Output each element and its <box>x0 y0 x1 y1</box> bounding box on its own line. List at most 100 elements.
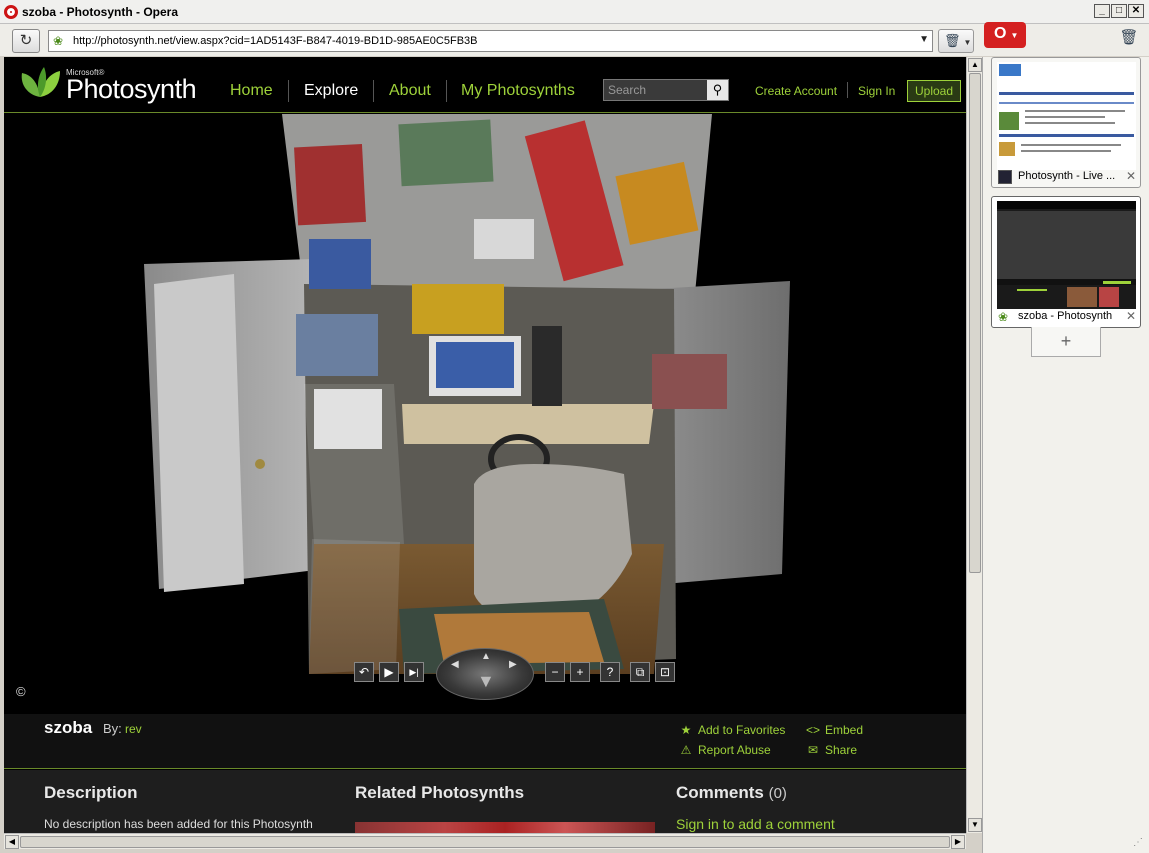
zoom-in-button[interactable]: + <box>570 662 590 682</box>
tab-title: Photosynth - Live ... <box>1018 170 1116 182</box>
zoom-out-button[interactable]: − <box>545 662 565 682</box>
site-header: Microsoft® Photosynth Home Explore About… <box>4 57 966 113</box>
fullscreen-button[interactable]: ⊡ <box>655 662 675 682</box>
closed-tabs-button[interactable]: 🗑 ▼ <box>938 29 974 53</box>
nav-divider <box>446 80 447 102</box>
embed-label: Embed <box>825 723 864 737</box>
tab-szoba-photosynth[interactable]: ❀ szoba - Photosynth ✕ <box>991 196 1141 328</box>
sign-in-to-comment-link[interactable]: Sign in to add a comment <box>676 816 835 832</box>
author-link[interactable]: rev <box>125 722 142 736</box>
scroll-right-icon[interactable]: ▶ <box>951 835 965 849</box>
opera-menu-button[interactable]: O ▼ <box>984 22 1026 48</box>
synth-viewer[interactable]: © ↶ ▶ ▶| ▲ ◀ ▶ ▼ − + ? ⧉ ⊡ <box>4 114 966 714</box>
star-icon: ★ <box>680 723 692 737</box>
next-button[interactable]: ▶| <box>404 662 424 682</box>
horizontal-scroll-thumb[interactable] <box>20 836 950 848</box>
photosynth-leaf-tab-icon: ❀ <box>998 310 1009 324</box>
share-link[interactable]: ✉ Share <box>805 743 857 757</box>
new-tab-button[interactable]: + <box>1031 327 1101 357</box>
trash-icon: 🗑 <box>944 33 961 48</box>
nav-my-photosynths[interactable]: My Photosynths <box>461 82 575 100</box>
comments-heading-label: Comments <box>676 783 764 802</box>
add-to-favorites-label: Add to Favorites <box>698 723 786 737</box>
description-heading: Description <box>44 783 138 802</box>
navigation-pad[interactable]: ▲ ◀ ▶ ▼ <box>436 648 534 700</box>
warning-icon: ⚠ <box>680 743 692 757</box>
by-label: By: <box>103 721 122 736</box>
copyright-icon[interactable]: © <box>16 684 26 699</box>
resize-grip-icon[interactable]: ⋰ <box>1133 837 1147 851</box>
share-label: Share <box>825 743 858 757</box>
scroll-down-icon[interactable]: ▼ <box>968 818 982 832</box>
arrow-left-icon[interactable]: ◀ <box>451 659 459 670</box>
nav-divider <box>288 80 289 102</box>
address-dropdown-icon[interactable]: ▼ <box>919 34 929 45</box>
search-button[interactable]: ⚲ <box>707 80 728 100</box>
sign-in-link[interactable]: Sign In <box>858 84 895 98</box>
envelope-icon: ✉ <box>807 743 819 757</box>
report-abuse-link[interactable]: ⚠ Report Abuse <box>678 743 771 757</box>
reload-icon: ↻ <box>19 32 33 49</box>
upload-button[interactable]: Upload <box>907 80 961 102</box>
create-account-link[interactable]: Create Account <box>755 84 837 98</box>
nav-explore[interactable]: Explore <box>304 82 358 100</box>
link-divider <box>847 82 848 98</box>
vertical-scrollbar[interactable]: ▲ ▼ <box>966 57 982 833</box>
chevron-down-icon: ▼ <box>1010 31 1019 40</box>
synth-info-bar: szoba By: rev ★ Add to Favorites <> Embed … <box>4 714 966 769</box>
tab-thumbnail <box>997 201 1136 309</box>
description-text: No description has been added for this P… <box>44 817 313 831</box>
scroll-left-icon[interactable]: ◀ <box>5 835 19 849</box>
undo-button[interactable]: ↶ <box>354 662 374 682</box>
window-titlebar: szoba - Photosynth - Opera _ □ ✕ <box>0 0 1149 24</box>
url-text: http://photosynth.net/view.aspx?cid=1AD5… <box>73 35 478 47</box>
tab-label-row: ❀ szoba - Photosynth ✕ <box>996 309 1138 325</box>
code-icon: <> <box>805 723 820 737</box>
synth-photo-canvas[interactable] <box>4 114 966 714</box>
address-field[interactable]: ❀ http://photosynth.net/view.aspx?cid=1A… <box>48 30 933 52</box>
vertical-scroll-thumb[interactable] <box>969 73 981 573</box>
search-icon: ⚲ <box>712 82 723 97</box>
synth-title: szoba <box>44 718 93 737</box>
report-abuse-label: Report Abuse <box>698 743 771 757</box>
comments-heading: Comments (0) <box>676 783 787 803</box>
page-viewport: Microsoft® Photosynth Home Explore About… <box>4 57 966 833</box>
switch-2d-view-button[interactable]: ⧉ <box>630 662 650 682</box>
tab-label-row: Photosynth - Live ... ✕ <box>996 169 1138 185</box>
related-thumbnails[interactable] <box>355 822 655 833</box>
site-favicon-icon: ❀ <box>53 34 64 48</box>
tab-title: szoba - Photosynth <box>1018 310 1113 322</box>
search-input[interactable] <box>604 80 708 100</box>
window-title: szoba - Photosynth - Opera <box>22 5 179 19</box>
arrow-up-icon[interactable]: ▲ <box>481 651 491 662</box>
close-tab-icon[interactable]: ✕ <box>1126 309 1136 323</box>
arrow-right-icon[interactable]: ▶ <box>509 659 517 670</box>
close-window-button[interactable]: ✕ <box>1128 4 1144 18</box>
opera-logo-icon <box>4 5 18 19</box>
arrow-down-icon[interactable]: ▼ <box>477 671 495 692</box>
brand-name: Photosynth <box>66 74 197 104</box>
add-to-favorites-link[interactable]: ★ Add to Favorites <box>678 723 786 737</box>
photosynth-logo[interactable]: Microsoft® Photosynth <box>18 65 198 107</box>
tab-photosynth-live[interactable]: Photosynth - Live ... ✕ <box>991 57 1141 188</box>
reload-button[interactable]: ↻ <box>12 29 40 53</box>
play-button[interactable]: ▶ <box>379 662 399 682</box>
related-heading: Related Photosynths <box>355 783 525 802</box>
tab-thumbnail <box>997 62 1136 170</box>
maximize-button[interactable]: □ <box>1111 4 1127 18</box>
close-tab-icon[interactable]: ✕ <box>1126 169 1136 183</box>
panel-trash-icon[interactable]: 🗑 <box>1118 27 1140 49</box>
tab-panel: Photosynth - Live ... ✕ ❀ szoba - Photos… <box>982 57 1149 853</box>
address-toolbar: ↻ ❀ http://photosynth.net/view.aspx?cid=… <box>0 22 1149 56</box>
nav-home[interactable]: Home <box>230 82 273 100</box>
search-box: ⚲ <box>603 79 729 101</box>
help-button[interactable]: ? <box>600 662 620 682</box>
nav-about[interactable]: About <box>389 82 431 100</box>
embed-link[interactable]: <> Embed <box>805 723 863 737</box>
horizontal-scrollbar[interactable]: ◀ ▶ <box>4 833 966 849</box>
minimize-button[interactable]: _ <box>1094 4 1110 18</box>
synth-details-section: Description No description has been adde… <box>4 770 966 833</box>
scroll-up-icon[interactable]: ▲ <box>968 58 982 72</box>
chevron-down-icon: ▼ <box>963 38 972 47</box>
photosynth-tab-icon <box>998 170 1012 184</box>
